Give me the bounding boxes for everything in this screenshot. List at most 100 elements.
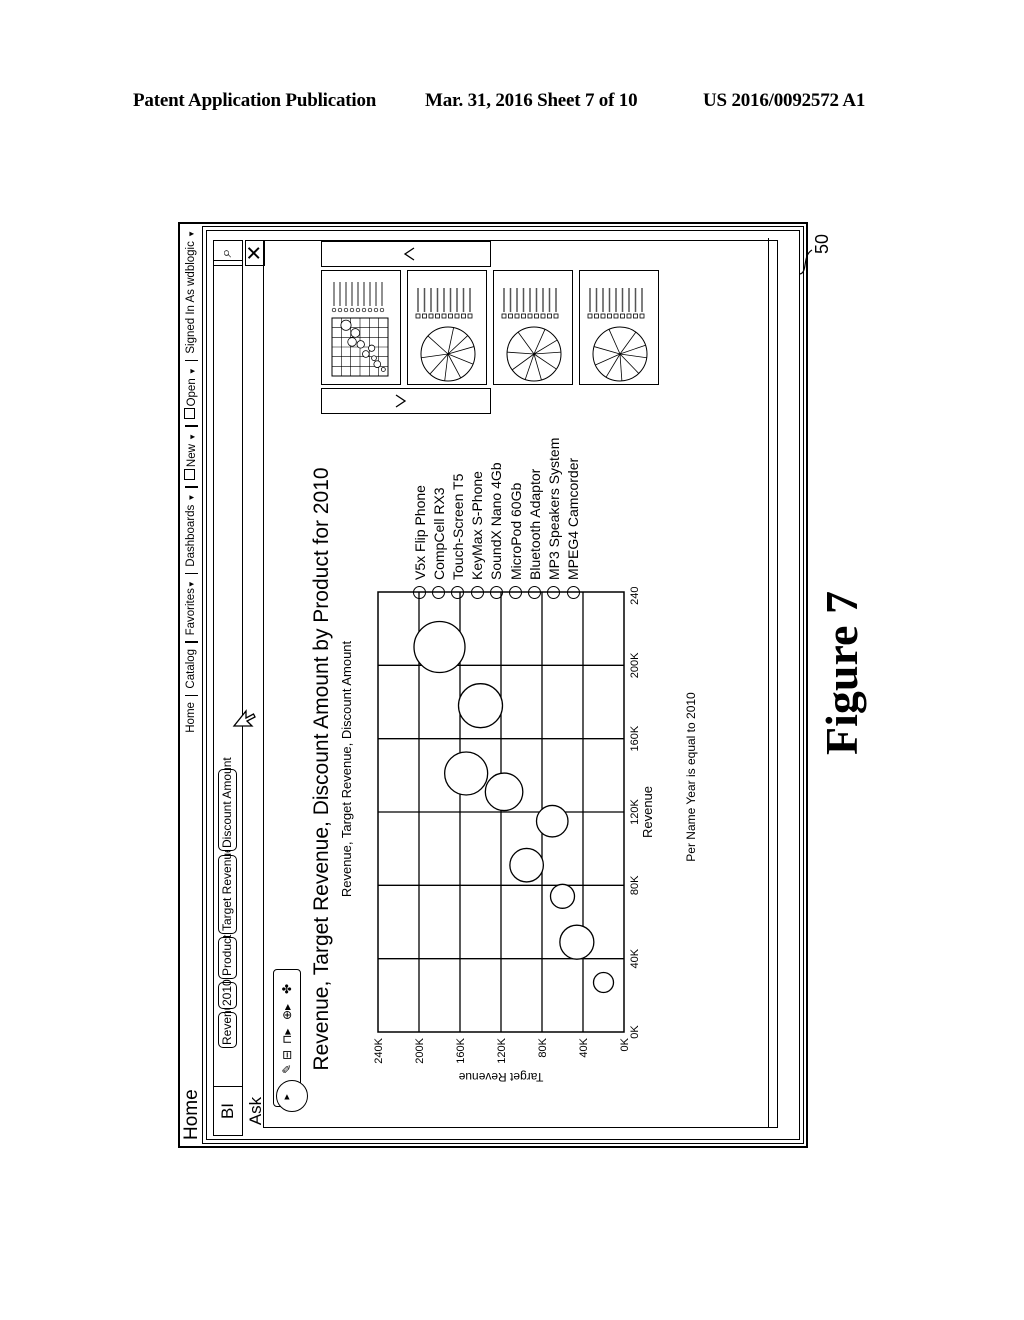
x-tick-label: 160K [629,725,641,751]
rotated-app-window: Home Home Catalog Favorites▼ Dashboards … [178,222,808,1148]
bubble-point [592,971,615,994]
nav-open[interactable]: Open ▼ [184,367,198,420]
pie-slice-edge [427,335,449,355]
mini-legend-swatch [613,313,619,319]
nav-new[interactable]: New ▼ [184,433,198,481]
nav-links: Home Catalog Favorites▼ Dashboards ▼ New… [184,230,198,733]
caret-down-icon: ▼ [187,580,196,589]
y-tick-label: 120K [496,1037,508,1063]
edit-icon[interactable]: ✎ [280,1064,294,1074]
nav-catalog[interactable]: Catalog [185,649,197,689]
mini-legend-swatch [607,313,612,319]
bi-ask-tab[interactable]: BI Ask [213,1086,265,1136]
mini-legend-swatch [428,313,434,319]
mini-legend-swatch [379,307,385,313]
x-tick-label: 0K [629,1025,641,1039]
legend-item[interactable]: KeyMax S-Phone [468,424,487,599]
nav-divider [184,425,198,427]
mini-legend-swatch [540,313,546,319]
top-navigation: Home Home Catalog Favorites▼ Dashboards … [181,222,202,1148]
legend-item[interactable]: MicroPod 60Gb [506,424,525,599]
chart-legend: V5x Flip Phone CompCell RX3 Touch-Screen T… [410,424,583,599]
bubble-chart-thumbnail-icon [331,282,389,377]
query-pill-target-revenue[interactable]: Target Revenue [218,846,237,934]
bubble-point [484,772,524,812]
mini-legend-swatch [633,313,638,319]
legend-item[interactable]: Bluetooth Adaptor [525,424,544,599]
pie-slice-edge [619,331,637,355]
query-pill-discount-amount[interactable]: Discount Amount [218,757,237,851]
chart-thumbnail[interactable] [579,270,659,385]
legend-item[interactable]: SoundX Nano 4Gb [487,424,506,599]
close-button[interactable]: ✕ [244,240,266,266]
chart-thumbnail[interactable] [321,270,401,385]
mini-bubble [362,350,370,358]
publication-title: Patent Application Publication [133,90,377,111]
mini-legend-swatch [461,313,466,319]
bubble-point [457,683,504,729]
pie-slice-edge [511,353,535,371]
chart-type-icon[interactable]: ⊓▸ [280,1029,294,1044]
mini-legend-swatch [441,313,447,319]
pie-slice-edge [619,353,647,359]
chart-thumbnail[interactable] [493,270,573,385]
nav-favorites[interactable]: Favorites▼ [185,580,197,635]
pie-slice-edge [429,353,449,375]
legend-circle-icon [489,586,503,599]
legend-item[interactable]: CompCell RX3 [429,424,448,599]
y-tick-label: 80K [537,1037,549,1057]
mini-bubble [371,355,377,361]
query-pill-product[interactable]: Product [218,935,237,979]
chart-thumbnail[interactable] [407,270,487,385]
mini-legend-swatch [587,313,593,319]
nav-divider [184,572,198,575]
mini-legend-swatch [514,313,520,319]
export-icon[interactable]: ⊕▸ [280,1004,294,1020]
legend-item[interactable]: MPEG4 Camcorder [564,424,583,599]
query-pill-year[interactable]: 2010 [218,979,237,1009]
filter-description: Per Name Year is equal to 2010 [684,692,698,862]
pie-slice-edge [619,344,646,355]
layout-icon[interactable]: ⊟ [280,1050,294,1060]
search-button[interactable]: ⌕ [213,240,243,266]
legend-label: MPEG4 Camcorder [565,457,582,580]
legend-item[interactable]: V5x Flip Phone [410,424,429,599]
thumbnails-prev-button[interactable] [321,388,491,414]
y-tick-label: 240K [373,1037,385,1063]
signed-in-label: Signed In As wdblogic [185,241,197,354]
chart-toolbar: ▲ ✎ ⊟ ⊓▸ ⊕▸ ✤ [273,969,308,1112]
pie-slice-edge [593,346,621,355]
share-icon[interactable]: ✤ [280,984,294,994]
mini-legend-swatch [626,313,632,319]
legend-circle-icon [451,586,465,599]
nav-dashboards[interactable]: Dashboards ▼ [185,494,197,567]
nav-favorites-label: Favorites [185,588,197,636]
legend-circle-icon [470,586,484,599]
legend-circle-icon [509,586,523,599]
chart-grid [377,591,625,1033]
mini-legend-swatch [361,307,367,313]
x-tick-label: 40K [629,948,641,968]
thumbnails-next-button[interactable] [321,241,491,267]
mini-legend-swatch [594,313,599,319]
toolbar-expand-button[interactable]: ▲ [276,1080,308,1112]
query-pill-revenue[interactable]: Revenue [218,997,237,1048]
figure-label: Figure 7 [816,591,867,755]
nav-divider [184,486,198,488]
chart-title: Revenue, Target Revenue, Discount Amount… [310,467,333,1071]
chart-subtitle: Revenue, Target Revenue, Discount Amount [339,640,354,898]
pie-slice-edge [619,353,623,381]
pie-slice-edge [608,329,621,355]
nav-dashboards-label: Dashboards [185,504,197,567]
mini-legend-swatch [527,313,533,319]
nav-signed-in[interactable]: Signed In As wdblogic ▼ [185,230,197,354]
pie-slice-edge [447,353,462,379]
publication-number: US 2016/0092572 A1 [703,90,866,111]
legend-item[interactable]: MP3 Speakers System [544,424,563,599]
x-tick-label: 80K [629,875,641,895]
legend-item[interactable]: Touch-Screen T5 [448,424,467,599]
mini-bubble [380,367,386,372]
mini-legend-swatch [422,313,427,319]
mini-legend-swatch [373,307,379,313]
nav-home[interactable]: Home [185,702,197,733]
